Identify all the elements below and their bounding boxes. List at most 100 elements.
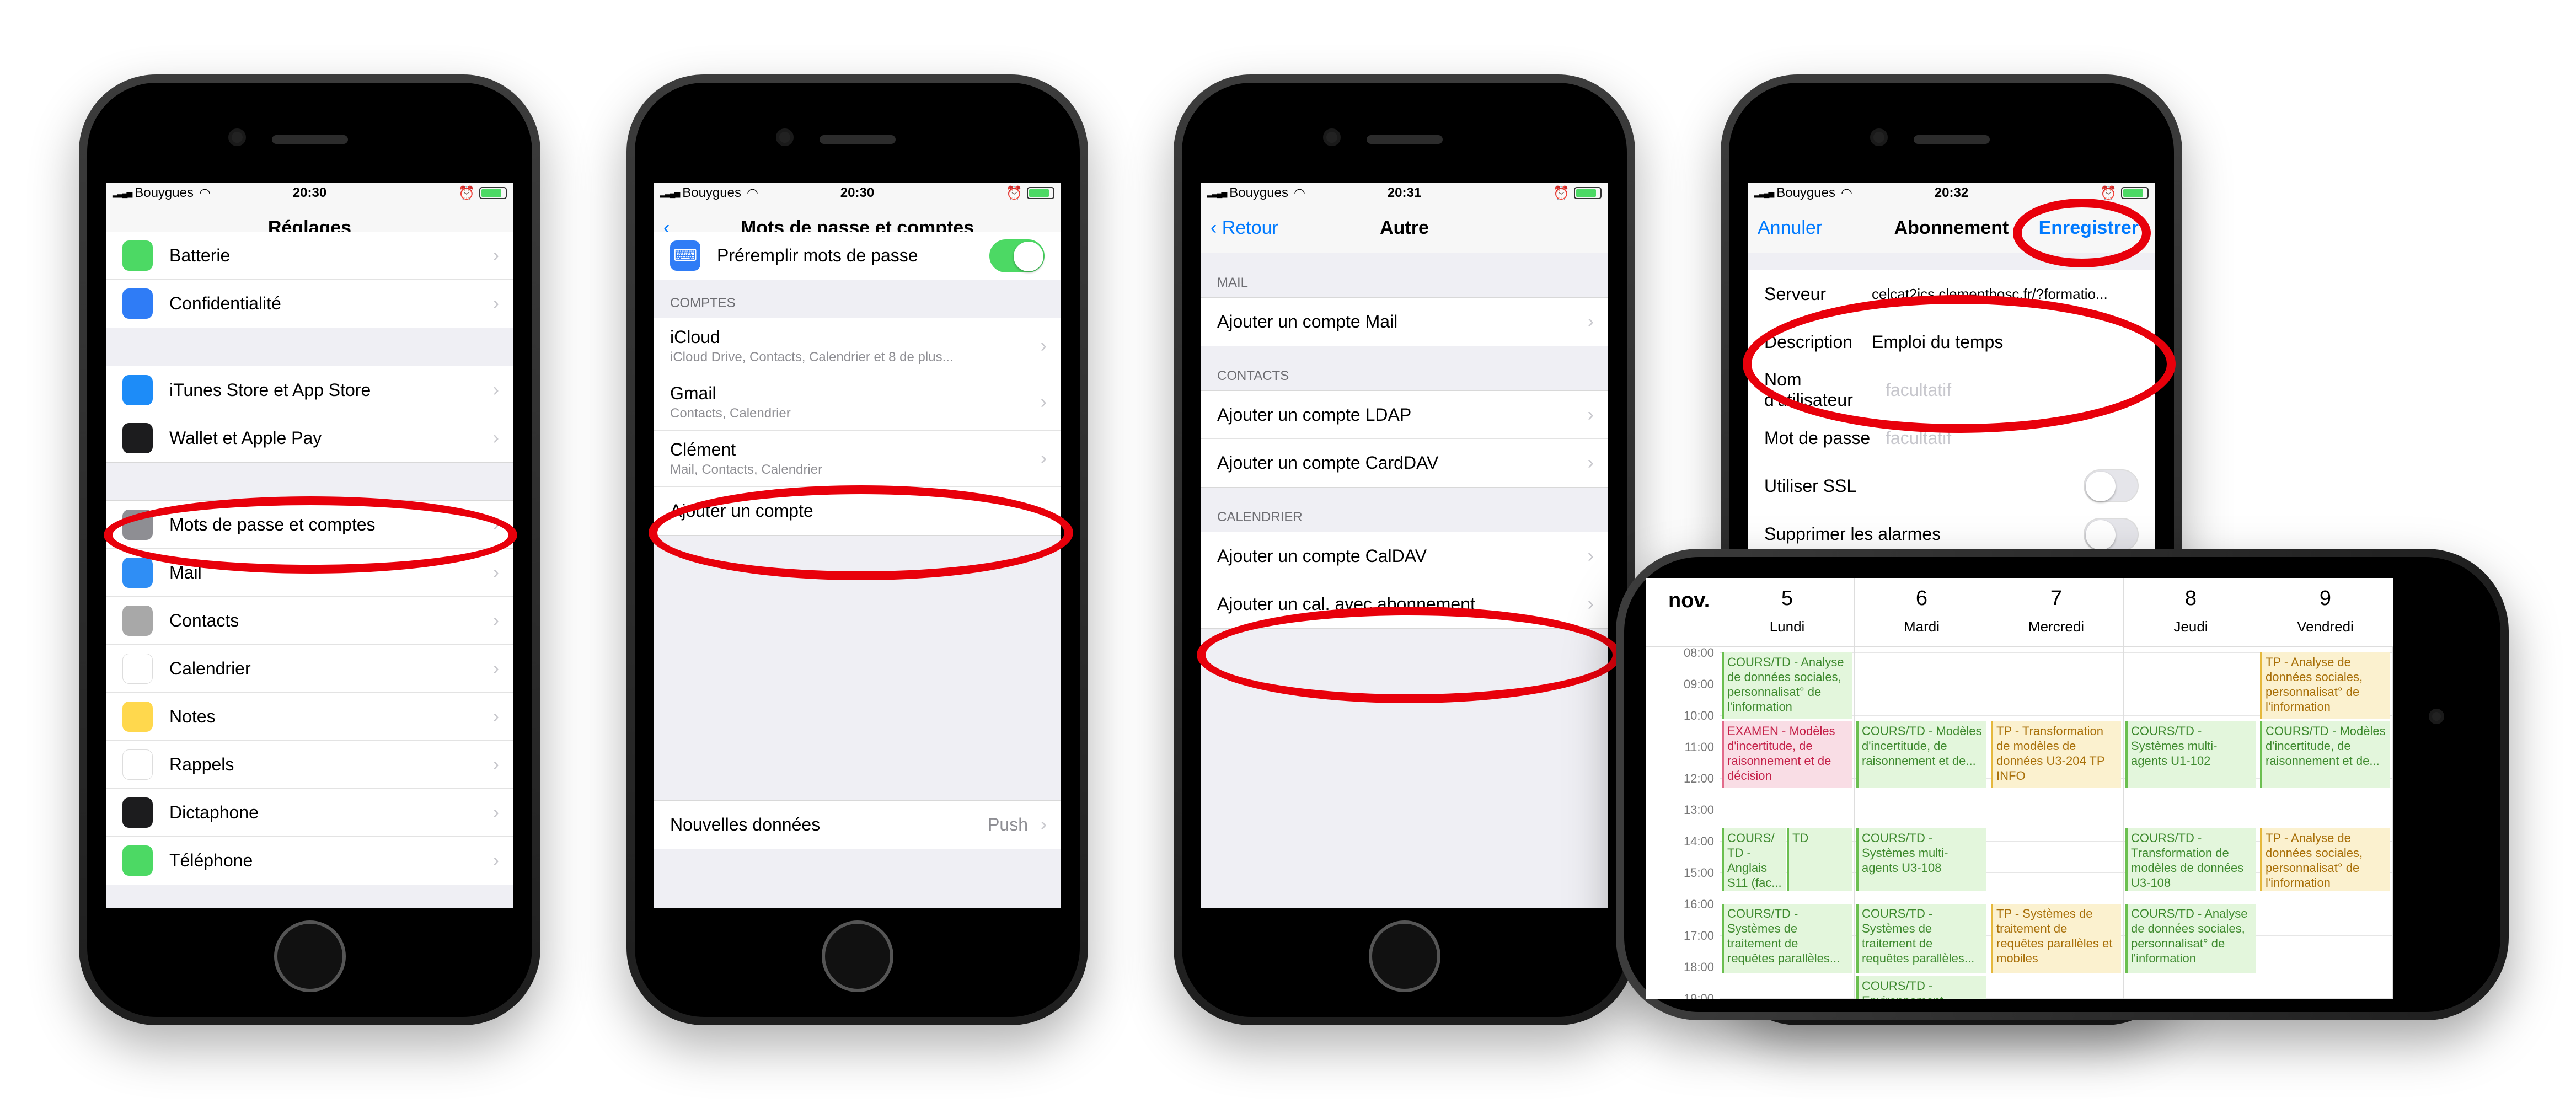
settings-row[interactable]: Confidentialité › bbox=[106, 280, 513, 328]
settings-row[interactable]: Ajouter un compte Mail › bbox=[1201, 298, 1608, 346]
settings-row[interactable]: Rappels › bbox=[106, 741, 513, 789]
description-label: Description bbox=[1764, 331, 1853, 352]
autofill-toggle[interactable] bbox=[989, 239, 1045, 272]
day-number: 6 bbox=[1915, 587, 1928, 610]
day-column-header[interactable]: 5 Lundi bbox=[1720, 578, 1854, 646]
settings-row[interactable]: Ajouter un compte LDAP › bbox=[1201, 391, 1608, 439]
calendar-event[interactable]: COURS/TD - Systèmes multi-agents U1-102 bbox=[2125, 721, 2256, 788]
status-bar: ▂▃▄▅ Bouygues ◠ 20:30 ⏰ bbox=[654, 183, 1061, 204]
account-row-clement[interactable]: Clément Mail, Contacts, Calendrier › bbox=[654, 431, 1061, 487]
day-column-header[interactable]: 6 Mardi bbox=[1854, 578, 1989, 646]
alarms-toggle[interactable] bbox=[2084, 517, 2139, 551]
calendar-event[interactable]: COURS/TD - Modèles d'incertitude, de rai… bbox=[2260, 721, 2390, 788]
calendar-event[interactable]: TP - Analyse de données sociales, person… bbox=[2260, 652, 2390, 719]
save-button[interactable]: Enregistrer bbox=[2039, 217, 2139, 239]
server-label: Serveur bbox=[1764, 283, 1827, 304]
day-column-header[interactable]: 9 Vendredi bbox=[2258, 578, 2392, 646]
calendar-header: nov. 5 Lundi 6 Mardi 7 Mercredi 8 Jeudi 9 Ven… bbox=[1646, 578, 2393, 647]
cancel-button[interactable]: Annuler bbox=[1758, 217, 1822, 239]
hour-label: 16:00 bbox=[1683, 897, 1714, 911]
username-field[interactable]: facultatif bbox=[1886, 380, 1951, 400]
settings-row[interactable]: iTunes Store et App Store › bbox=[106, 366, 513, 414]
calendar-event[interactable]: COURS/TD - Systèmes multi-agents U3-108 bbox=[1856, 828, 1986, 892]
calendar-event[interactable]: COURS/TD - Analyse de données sociales, … bbox=[1722, 652, 1852, 719]
home-button[interactable] bbox=[1369, 920, 1440, 992]
calendar-event[interactable]: COURS/ TD - Anglais S11 (fac... bbox=[1722, 828, 1786, 892]
ssl-toggle[interactable] bbox=[2084, 469, 2139, 502]
calendar-event[interactable]: COURS/TD - Modèles d'incertitude, de rai… bbox=[1856, 721, 1986, 788]
hand-icon bbox=[122, 288, 153, 319]
password-row[interactable]: Mot de passe facultatif bbox=[1748, 414, 2155, 462]
row-label: Téléphone bbox=[169, 850, 253, 870]
calendar-event[interactable]: COURS/TD - Systèmes de traitement de req… bbox=[1856, 904, 1986, 973]
home-button[interactable] bbox=[822, 920, 893, 992]
settings-row[interactable]: Ajouter un compte CalDAV › bbox=[1201, 532, 1608, 580]
day-column-header[interactable]: 8 Jeudi bbox=[2123, 578, 2258, 646]
username-row[interactable]: Nom d'utilisateur facultatif bbox=[1748, 366, 2155, 414]
back-button[interactable]: ‹ Retour bbox=[1211, 217, 1278, 239]
settings-row[interactable]: Ajouter un compte CardDAV › bbox=[1201, 439, 1608, 487]
username-label: Nom d'utilisateur bbox=[1764, 370, 1853, 410]
server-row[interactable]: Serveur celcat2ics.clementbosc.fr/?format… bbox=[1748, 270, 2155, 318]
fetch-label: Nouvelles données bbox=[670, 815, 821, 834]
day-column-header[interactable]: 7 Mercredi bbox=[1989, 578, 2123, 646]
calendar-event[interactable]: TP - Analyse de données sociales, person… bbox=[2260, 828, 2390, 892]
section-group: Ajouter un compte CalDAV › Ajouter un cal.… bbox=[1201, 532, 1608, 629]
settings-row[interactable]: Notes › bbox=[106, 693, 513, 741]
settings-row[interactable]: Mots de passe et comptes › bbox=[106, 501, 513, 549]
settings-row[interactable]: Ajouter un cal. avec abonnement › bbox=[1201, 580, 1608, 628]
fetch-row[interactable]: Nouvelles données Push › bbox=[654, 801, 1061, 849]
settings-row[interactable]: Wallet et Apple Pay › bbox=[106, 414, 513, 462]
status-time: 20:32 bbox=[1934, 185, 1969, 200]
contacts-icon bbox=[122, 605, 153, 636]
description-row[interactable]: Description Emploi du temps bbox=[1748, 318, 2155, 366]
account-name: Gmail bbox=[670, 383, 716, 403]
chevron-right-icon: › bbox=[492, 561, 499, 583]
key-icon bbox=[122, 509, 153, 540]
add-account-row[interactable]: Ajouter un compte › bbox=[654, 487, 1061, 535]
calendar-event[interactable]: COURS/TD - Systèmes de traitement de req… bbox=[1722, 904, 1852, 973]
description-field[interactable]: Emploi du temps bbox=[1872, 332, 2003, 352]
phone-3: ▂▃▄▅ Bouygues ◠ 20:31 ⏰ ‹ Retour Autre MAIL Aj… bbox=[1174, 74, 1635, 1025]
settings-row[interactable]: Contacts › bbox=[106, 597, 513, 645]
status-time: 20:30 bbox=[840, 185, 875, 200]
hour-label: 14:00 bbox=[1683, 834, 1714, 848]
password-field[interactable]: facultatif bbox=[1886, 428, 1951, 448]
earpiece-speaker bbox=[820, 135, 896, 144]
hour-gridline bbox=[1720, 998, 2393, 999]
settings-row[interactable]: Calendrier › bbox=[106, 645, 513, 693]
settings-row[interactable]: Téléphone › bbox=[106, 837, 513, 885]
settings-group-b: iTunes Store et App Store › Wallet et Appl… bbox=[106, 366, 513, 463]
mail-icon bbox=[122, 557, 153, 588]
calendar-event[interactable]: COURS/TD - Transformation de modèles de … bbox=[2125, 828, 2256, 892]
calendar-event[interactable]: TD bbox=[1787, 828, 1852, 892]
calendar-event[interactable]: EXAMEN - Modèles d'incertitude, de raiso… bbox=[1722, 721, 1852, 788]
settings-row[interactable]: Mail › bbox=[106, 549, 513, 597]
settings-row[interactable]: Batterie › bbox=[106, 232, 513, 280]
earpiece-speaker bbox=[1914, 135, 1990, 144]
phone-icon bbox=[122, 845, 153, 876]
row-label: Ajouter un compte CalDAV bbox=[1217, 545, 1427, 566]
calendar-event[interactable]: TP - Systèmes de traitement de requêtes … bbox=[1991, 904, 2121, 973]
account-row-gmail[interactable]: Gmail Contacts, Calendrier › bbox=[654, 374, 1061, 431]
calendar-event[interactable]: COURS/TD - Environnement... bbox=[1856, 976, 1986, 999]
chevron-right-icon: › bbox=[1587, 404, 1594, 425]
calendar-event[interactable]: COURS/TD - Analyse de données sociales, … bbox=[2125, 904, 2256, 973]
chevron-right-icon: › bbox=[492, 657, 499, 679]
nav-bar: Annuler Abonnement Enregistrer bbox=[1748, 204, 2155, 253]
calendar-event[interactable]: TP - Transformation de modèles de donnée… bbox=[1991, 721, 2121, 788]
autofill-row[interactable]: ⌨ Préremplir mots de passe bbox=[654, 232, 1061, 280]
home-button[interactable] bbox=[274, 920, 346, 992]
settings-row[interactable]: Dictaphone › bbox=[106, 789, 513, 837]
ssl-row[interactable]: Utiliser SSL bbox=[1748, 462, 2155, 510]
row-label: Notes bbox=[169, 706, 216, 726]
account-row-icloud[interactable]: iCloud iCloud Drive, Contacts, Calendrier… bbox=[654, 318, 1061, 374]
nav-bar: ‹ Retour Autre bbox=[1201, 204, 1608, 253]
account-name: iCloud bbox=[670, 327, 720, 347]
chevron-right-icon: › bbox=[492, 609, 499, 631]
chevron-right-icon: › bbox=[1040, 500, 1047, 521]
account-services: iCloud Drive, Contacts, Calendrier et 8 … bbox=[670, 350, 954, 365]
server-field[interactable]: celcat2ics.clementbosc.fr/?formatio... bbox=[1872, 286, 2108, 303]
row-label: Wallet et Apple Pay bbox=[169, 428, 322, 448]
status-bar: ▂▃▄▅ Bouygues ◠ 20:32 ⏰ bbox=[1748, 183, 2155, 204]
